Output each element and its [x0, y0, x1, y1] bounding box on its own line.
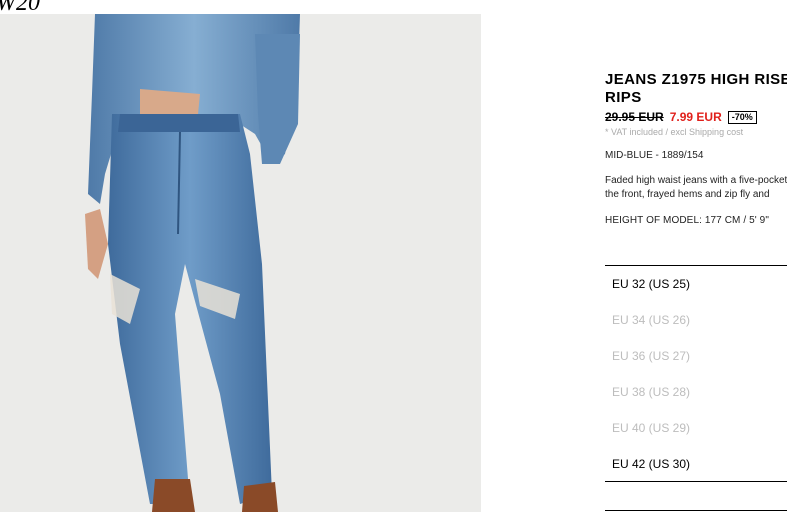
description-line: Faded high waist jeans with a five-pocke… — [605, 175, 787, 186]
product-image[interactable] — [0, 14, 481, 512]
size-option-eu42[interactable]: EU 42 (US 30) — [605, 446, 787, 482]
button-top-border — [605, 510, 787, 511]
description-line: the front, frayed hems and zip fly and — [605, 189, 770, 200]
vat-note: * VAT included / excl Shipping cost — [605, 127, 744, 137]
size-option-eu38[interactable]: EU 38 (US 28) — [605, 374, 787, 410]
product-description: Faded high waist jeans with a five-pocke… — [605, 174, 787, 202]
size-selector: EU 32 (US 25) EU 34 (US 26) EU 36 (US 27… — [605, 265, 787, 482]
size-option-eu32[interactable]: EU 32 (US 25) — [605, 266, 787, 302]
size-list-divider — [605, 481, 787, 482]
sale-price: 7.99 EUR — [669, 110, 722, 124]
size-option-eu34[interactable]: EU 34 (US 26) — [605, 302, 787, 338]
size-option-eu40[interactable]: EU 40 (US 29) — [605, 410, 787, 446]
jeans-model-photo — [85, 14, 300, 512]
product-title: JEANS Z1975 HIGH RISE RIPS — [605, 71, 787, 106]
price-row: 29.95 EUR 7.99 EUR -70% — [605, 110, 787, 124]
discount-badge: -70% — [727, 110, 757, 124]
model-height: HEIGHT OF MODEL: 177 CM / 5' 9" — [605, 215, 769, 226]
product-info-panel: JEANS Z1975 HIGH RISE RIPS 29.95 EUR 7.9… — [605, 71, 787, 226]
old-price: 29.95 EUR — [605, 110, 664, 124]
color-reference: MID-BLUE - 1889/154 — [605, 150, 704, 161]
size-option-eu36[interactable]: EU 36 (US 27) — [605, 338, 787, 374]
